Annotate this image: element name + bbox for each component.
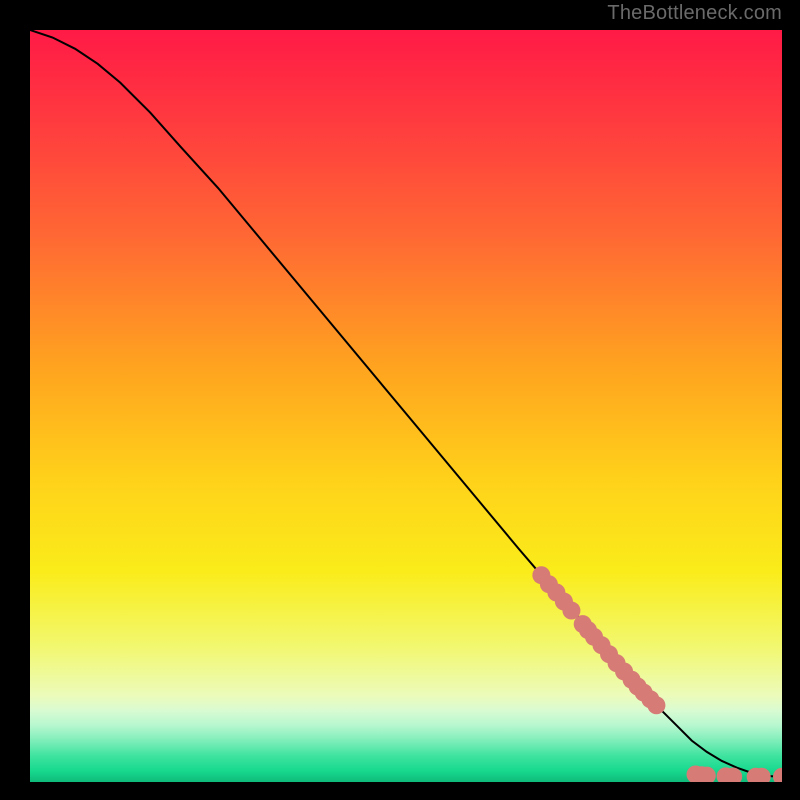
- data-point: [647, 696, 665, 714]
- gradient-background: [30, 30, 782, 782]
- chart-stage: TheBottleneck.com: [0, 0, 800, 800]
- chart-plot-area: [30, 30, 782, 782]
- attribution-label: TheBottleneck.com: [607, 2, 782, 25]
- chart-svg: [30, 30, 782, 782]
